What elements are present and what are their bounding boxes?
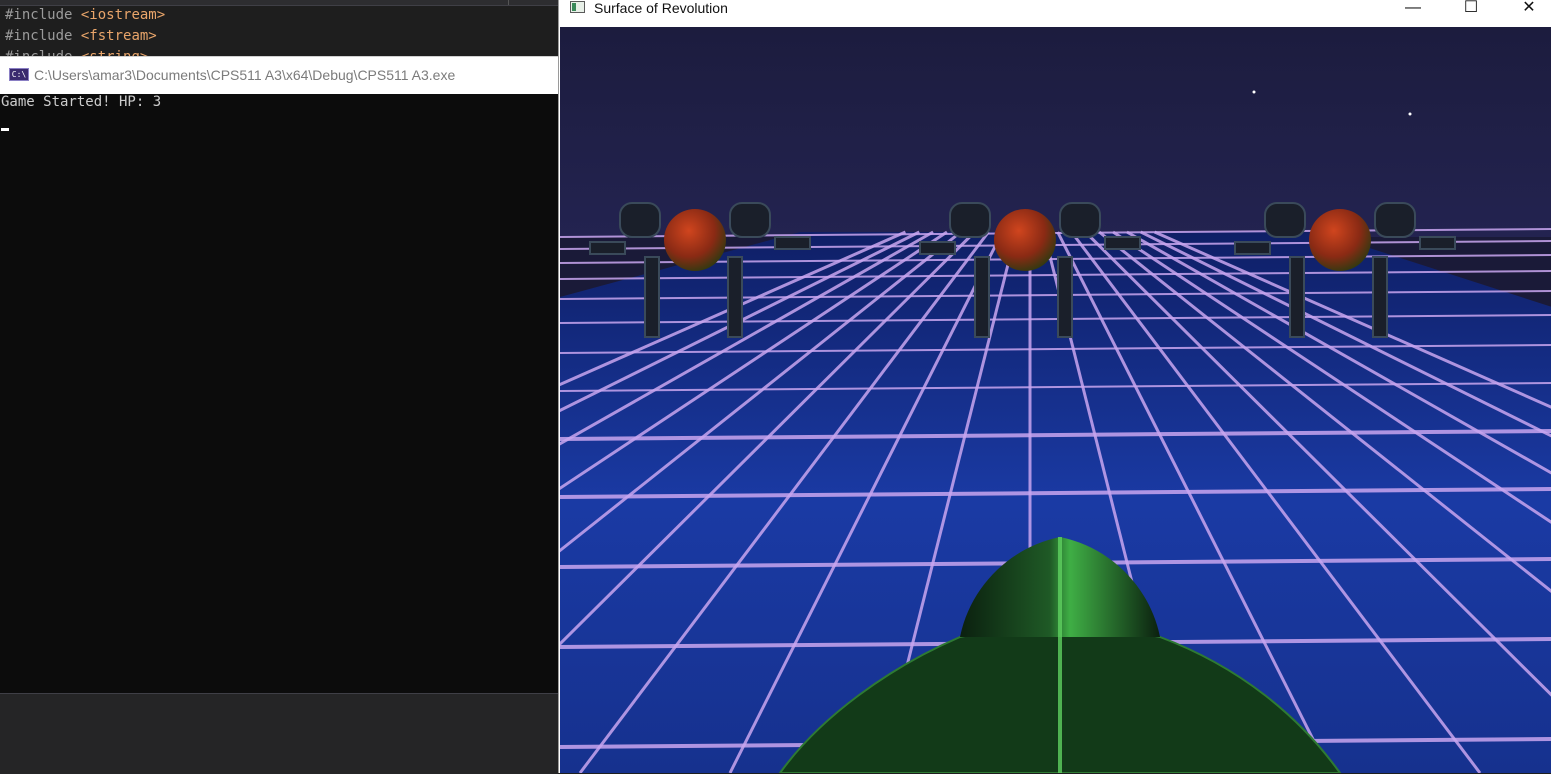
robot-right-shoulder bbox=[1374, 202, 1416, 238]
include-header: <iostream> bbox=[80, 7, 166, 23]
console-icon: C:\ bbox=[9, 68, 29, 81]
robot-right-leg bbox=[1372, 256, 1388, 338]
code-line[interactable]: #include <fstream> bbox=[5, 26, 157, 46]
console-titlebar[interactable]: C:\ C:\Users\amar3\Documents\CPS511 A3\x… bbox=[0, 56, 558, 94]
robot-head bbox=[1309, 209, 1371, 271]
preprocessor-directive: #include bbox=[5, 7, 73, 23]
include-header: <fstream> bbox=[80, 28, 157, 44]
robot-right-leg bbox=[1057, 256, 1073, 338]
console-window[interactable]: C:\ C:\Users\amar3\Documents\CPS511 A3\x… bbox=[0, 56, 559, 693]
console-cursor bbox=[1, 128, 9, 131]
minimize-button[interactable]: — bbox=[1390, 0, 1436, 18]
robot-left-arm bbox=[589, 241, 626, 255]
robot-head bbox=[994, 209, 1056, 271]
star bbox=[1408, 112, 1412, 116]
robot-right-arm bbox=[1419, 236, 1456, 250]
tab-separator bbox=[508, 0, 509, 5]
editor-lower-panel bbox=[0, 693, 558, 774]
robot-left-shoulder bbox=[1264, 202, 1306, 238]
game-window-icon bbox=[570, 1, 585, 13]
robot-left-shoulder bbox=[619, 202, 661, 238]
robot-left-leg bbox=[644, 256, 660, 338]
robot-left-leg bbox=[974, 256, 990, 338]
robot-head bbox=[664, 209, 726, 271]
star bbox=[1252, 90, 1256, 94]
robot-right-shoulder bbox=[1059, 202, 1101, 238]
robot-left-arm bbox=[1234, 241, 1271, 255]
console-output: Game Started! HP: 3 bbox=[1, 94, 162, 110]
maximize-button[interactable]: ☐ bbox=[1448, 0, 1494, 18]
game-window[interactable]: Surface of Revolution — ☐ ✕ bbox=[558, 0, 1551, 773]
preprocessor-directive: #include bbox=[5, 28, 73, 44]
close-button[interactable]: ✕ bbox=[1506, 0, 1551, 18]
game-titlebar[interactable]: Surface of Revolution — ☐ ✕ bbox=[559, 0, 1551, 27]
scene-canvas bbox=[560, 27, 1551, 773]
robot-right-leg bbox=[727, 256, 743, 338]
game-window-title: Surface of Revolution bbox=[594, 0, 728, 16]
code-line[interactable]: #include <iostream> bbox=[5, 5, 165, 25]
console-title: C:\Users\amar3\Documents\CPS511 A3\x64\D… bbox=[34, 67, 456, 83]
robot-left-arm bbox=[919, 241, 956, 255]
robot-right-arm bbox=[1104, 236, 1141, 250]
robot-right-shoulder bbox=[729, 202, 771, 238]
robot-right-arm bbox=[774, 236, 811, 250]
robot-left-leg bbox=[1289, 256, 1305, 338]
game-viewport[interactable] bbox=[560, 27, 1551, 773]
robot-left-shoulder bbox=[949, 202, 991, 238]
code-editor: #include <iostream> #include <fstream> #… bbox=[0, 0, 560, 60]
